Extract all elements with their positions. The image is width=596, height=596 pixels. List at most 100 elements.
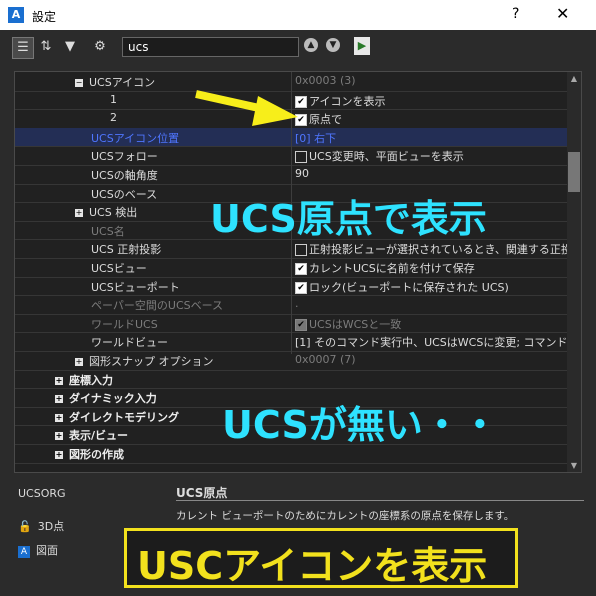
property-value[interactable]: [0] 右下 [295, 130, 336, 146]
property-name: ペーパー空間のUCSベース [91, 297, 223, 313]
property-value[interactable]: 0x0007 (7) [295, 353, 356, 366]
property-name: + 図形スナップ オプション [75, 353, 214, 369]
property-name: UCSのベース [91, 186, 157, 202]
checkbox[interactable] [295, 151, 307, 164]
property-name: + 図形の作成 [55, 446, 124, 462]
sort-az-icon[interactable]: ⇅ [36, 37, 56, 57]
description-title: UCS原点 [176, 486, 228, 500]
property-value[interactable]: ✔ カレントUCSに名前を付けて保存 [295, 260, 475, 276]
value-text: 0x0007 (7) [295, 353, 356, 366]
value-text: 正射投影ビューが選択されているとき、関連する正投影 [309, 243, 582, 257]
checkbox[interactable]: ✔ [295, 114, 307, 127]
checkbox[interactable] [295, 244, 307, 257]
property-value[interactable]: UCS変更時、平面ビューを表示 [295, 148, 464, 164]
property-value[interactable]: ✔ UCSはWCSと一致 [295, 316, 401, 332]
info-item-drawing: A 図面 [18, 542, 58, 558]
property-value[interactable]: 正射投影ビューが選択されているとき、関連する正投影 [295, 241, 582, 257]
property-name: + 表示/ビュー [55, 427, 128, 443]
value-text: アイコンを表示 [309, 94, 386, 108]
collapse-icon[interactable]: − [75, 79, 83, 87]
property-value[interactable]: ✔ 原点で [295, 111, 342, 127]
annotation-text-missing: UCSが無い・・ [222, 403, 499, 447]
expand-icon[interactable]: + [55, 451, 63, 459]
value-text: 原点で [309, 113, 342, 127]
info-label: 図面 [36, 544, 58, 557]
property-label: 座標入力 [69, 373, 113, 387]
prev-result-icon[interactable]: ▲ [304, 38, 318, 52]
property-value[interactable]: 90 [295, 167, 309, 180]
property-name: ワールドビュー [91, 334, 168, 350]
value-text: [0] 右下 [295, 131, 337, 145]
property-value[interactable]: . [295, 297, 299, 310]
tree-view-icon[interactable]: ☰ [12, 37, 34, 59]
scroll-thumb[interactable] [568, 152, 580, 192]
property-label: 図形スナップ オプション [89, 355, 214, 368]
expand-icon[interactable]: + [55, 376, 63, 385]
property-value[interactable]: [1] そのコマンド実行中、UCSはWCSに変更; コマンド入力 [295, 334, 582, 350]
help-button[interactable]: ? [512, 6, 519, 22]
property-name: ワールドUCS [91, 316, 158, 332]
app-icon: A [18, 546, 30, 558]
next-result-icon[interactable]: ▼ [326, 38, 340, 52]
banner-text: USCアイコンを表示 [137, 544, 488, 588]
expand-icon[interactable]: + [55, 413, 63, 422]
description-text: カレント ビューポートのためにカレントの座標系の原点を保存します。 [176, 510, 515, 522]
property-label: UCSアイコン [89, 76, 156, 89]
info-item-3d: 🔓 3D点 [18, 518, 64, 534]
property-label: 図形の作成 [69, 448, 124, 461]
scroll-down-icon[interactable]: ▼ [569, 461, 579, 470]
toolbar: ☰ ⇅ ▼ ⚙ ucs ▲ ▼ ▶ [8, 33, 588, 61]
property-value[interactable]: ✔ アイコンを表示 [295, 93, 385, 109]
info-label: 3D点 [37, 520, 65, 533]
property-name: UCS 正射投影 [91, 241, 161, 257]
property-label: UCSビューポート [91, 280, 180, 294]
value-text: . [295, 297, 299, 311]
property-label: ダイナミック入力 [69, 392, 157, 406]
close-button[interactable]: ✕ [556, 4, 569, 23]
value-text: 90 [295, 167, 309, 180]
property-label: 1 [110, 92, 117, 106]
property-label: UCS名 [91, 224, 125, 238]
value-text: [1] そのコマンド実行中、UCSはWCSに変更; コマンド入力 [295, 336, 582, 350]
property-value[interactable]: ✔ ロック(ビューポートに保存された UCS) [295, 279, 509, 295]
property-name: + 座標入力 [55, 372, 113, 388]
property-name: + ダイナミック入力 [55, 390, 157, 406]
checkbox[interactable]: ✔ [295, 263, 307, 275]
checkbox[interactable]: ✔ [295, 281, 307, 294]
filter-icon[interactable]: ▼ [60, 37, 80, 57]
property-label: UCSビュー [91, 262, 147, 275]
property-label: ワールドビュー [91, 336, 168, 350]
description-divider [176, 500, 584, 501]
property-label: UCSのベース [91, 187, 158, 201]
checkbox: ✔ [295, 318, 307, 331]
property-value[interactable]: 0x0003 (3) [295, 74, 356, 87]
property-label: UCS 正射投影 [91, 243, 162, 257]
expand-icon[interactable]: + [75, 209, 83, 218]
expand-icon[interactable]: + [55, 432, 63, 441]
property-name: UCSアイコン位置 [91, 130, 179, 146]
property-name: + ダイレクトモデリング [55, 409, 179, 425]
property-name: + UCS 検出 [75, 204, 137, 220]
property-name: − UCSアイコン [75, 74, 155, 90]
property-label: ワールドUCS [91, 317, 158, 331]
checkbox[interactable]: ✔ [295, 95, 307, 108]
property-label: 表示/ビュー [69, 429, 129, 443]
property-name: UCSの軸角度 [91, 167, 158, 183]
window-title: 設定 [32, 10, 57, 24]
value-text: UCS変更時、平面ビューを表示 [309, 150, 464, 164]
search-input[interactable]: ucs [122, 37, 299, 57]
table-row[interactable]: + 座標入力 [15, 370, 567, 390]
scrollbar[interactable]: ▲ ▼ [567, 72, 581, 472]
annotation-banner: USCアイコンを表示 [124, 528, 518, 588]
annotation-text-origin: UCS原点で表示 [210, 197, 487, 241]
property-name: 2 [110, 111, 117, 124]
expand-icon[interactable]: + [55, 395, 63, 404]
property-label: UCSフォロー [91, 150, 158, 164]
scroll-up-icon[interactable]: ▲ [569, 74, 579, 83]
settings-icon[interactable]: ⚙ [90, 37, 110, 57]
property-label: UCSの軸角度 [91, 169, 158, 182]
title-bar: A 設定 ? ✕ [0, 0, 596, 30]
export-icon[interactable]: ▶ [354, 37, 370, 55]
expand-icon[interactable]: + [75, 358, 83, 366]
app-icon: A [8, 7, 24, 23]
